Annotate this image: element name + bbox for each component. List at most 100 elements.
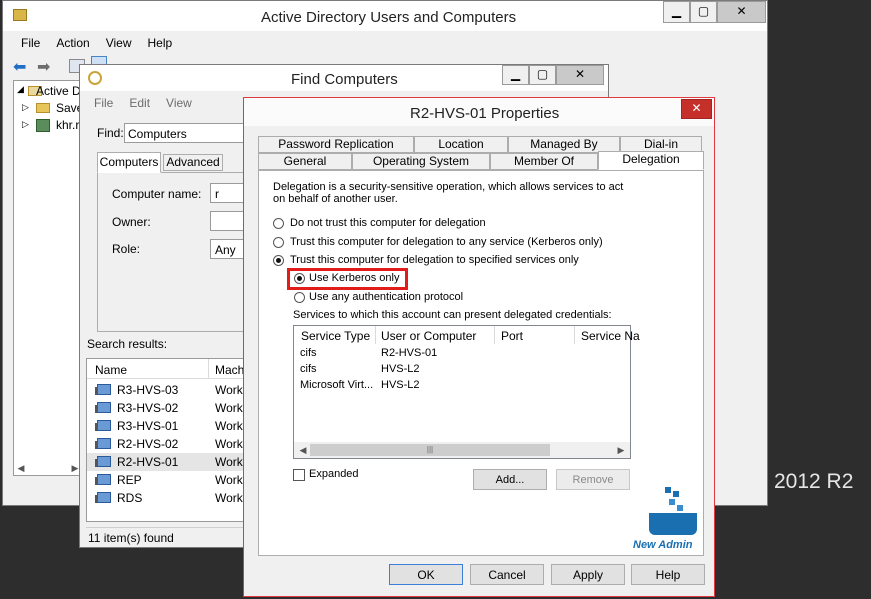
back-arrow-icon[interactable]: ⬅ xyxy=(13,57,26,77)
tab-operating-system[interactable]: Operating System xyxy=(352,153,490,170)
properties-dialog: R2-HVS-01 Properties ✕ Password Replicat… xyxy=(243,97,715,597)
tab-delegation[interactable]: Delegation xyxy=(598,151,704,170)
radio-kerberos-only[interactable] xyxy=(294,273,305,284)
menu-help[interactable]: Help xyxy=(140,34,181,54)
role-label: Role: xyxy=(112,242,141,256)
find-type-select[interactable]: Computers xyxy=(124,123,248,143)
find-menu-view[interactable]: View xyxy=(158,94,200,114)
domain-icon xyxy=(36,119,50,132)
owner-label: Owner: xyxy=(112,215,151,229)
service-row[interactable]: Microsoft Virt... HVS-L2 xyxy=(294,378,630,394)
cancel-button[interactable]: Cancel xyxy=(470,564,544,585)
kerberos-only-label: Use Kerberos only xyxy=(309,272,400,284)
find-minimize-button[interactable]: ▁ xyxy=(502,65,529,85)
radio-no-trust[interactable] xyxy=(273,218,284,229)
service-row[interactable]: cifs HVS-L2 xyxy=(294,362,630,378)
search-results-label: Search results: xyxy=(87,337,168,351)
row-type: Work xyxy=(215,437,243,451)
col-header-machine[interactable]: Mach xyxy=(215,363,244,377)
service-row[interactable]: cifs R2-HVS-01 xyxy=(294,346,630,362)
col-header-name[interactable]: Name xyxy=(95,363,127,377)
aduc-titlebar: Active Directory Users and Computers ▁ ▢… xyxy=(3,1,767,31)
search-results-list: Name Mach R3-HVS-03 Work R3-HVS-02 Work R3-H… xyxy=(86,358,246,522)
search-criteria-panel: Computer name: r Owner: Role: Any xyxy=(97,172,250,332)
scroll-thumb[interactable]: ||| xyxy=(310,444,550,456)
horizontal-scrollbar[interactable]: ◀ ||| ▶ xyxy=(294,442,630,458)
row-type: Work xyxy=(215,419,243,433)
maximize-button[interactable]: ▢ xyxy=(690,1,717,23)
table-row[interactable]: R3-HVS-02 Work xyxy=(87,399,245,417)
props-titlebar: R2-HVS-01 Properties ✕ xyxy=(244,98,714,126)
logo-squares-icon xyxy=(669,499,675,505)
minimize-button[interactable]: ▁ xyxy=(663,1,690,23)
menu-action[interactable]: Action xyxy=(48,34,97,54)
ok-button[interactable]: OK xyxy=(389,564,463,585)
service-type: Microsoft Virt... xyxy=(300,379,374,391)
tree-expand-icon[interactable]: ◢ xyxy=(17,84,24,95)
remove-button[interactable]: Remove xyxy=(556,469,630,490)
tree-expand-icon[interactable]: ▷ xyxy=(22,102,29,113)
status-bar: 11 item(s) found xyxy=(86,527,250,545)
find-close-button[interactable]: ✕ xyxy=(556,65,604,85)
radio-any-protocol[interactable] xyxy=(294,292,305,303)
tab-member-of[interactable]: Member Of xyxy=(490,153,598,170)
close-button[interactable]: ✕ xyxy=(717,1,766,23)
col-port[interactable]: Port xyxy=(501,329,523,343)
find-menu-file[interactable]: File xyxy=(86,94,121,114)
scroll-left-arrow[interactable]: ◀ xyxy=(14,461,28,475)
col-service-type[interactable]: Service Type xyxy=(301,329,370,343)
help-button[interactable]: Help xyxy=(631,564,705,585)
radio-trust-any[interactable] xyxy=(273,237,284,248)
radio-trust-specified[interactable] xyxy=(273,255,284,266)
folder-icon xyxy=(36,103,50,113)
table-row[interactable]: R3-HVS-01 Work xyxy=(87,417,245,435)
apply-button[interactable]: Apply xyxy=(551,564,625,585)
logo-squares-icon xyxy=(665,487,671,493)
option-no-trust-label: Do not trust this computer for delegatio… xyxy=(290,217,486,229)
find-app-icon xyxy=(88,71,102,85)
props-close-button[interactable]: ✕ xyxy=(681,99,712,119)
table-row[interactable]: R3-HVS-03 Work xyxy=(87,381,245,399)
tree-item-root[interactable]: Active D xyxy=(36,84,81,98)
tab-location[interactable]: Location xyxy=(414,136,508,153)
find-menu-edit[interactable]: Edit xyxy=(121,94,158,114)
row-name: R3-HVS-03 xyxy=(117,383,179,397)
col-divider[interactable] xyxy=(494,326,495,344)
table-row[interactable]: R2-HVS-01 Work xyxy=(87,453,245,471)
service-type: cifs xyxy=(300,363,317,375)
col-divider[interactable] xyxy=(574,326,575,344)
add-button[interactable]: Add... xyxy=(473,469,547,490)
tree-expand-icon[interactable]: ▷ xyxy=(22,119,29,130)
col-user-or-computer[interactable]: User or Computer xyxy=(381,329,476,343)
row-name: R2-HVS-02 xyxy=(117,437,179,451)
menu-view[interactable]: View xyxy=(98,34,140,54)
forward-arrow-icon[interactable]: ➡ xyxy=(37,57,50,77)
tab-advanced[interactable]: Advanced xyxy=(163,154,223,171)
tab-computers[interactable]: Computers xyxy=(97,152,161,173)
row-type: Work xyxy=(215,383,243,397)
find-label: Find: xyxy=(97,126,124,140)
tab-password-replication[interactable]: Password Replication xyxy=(258,136,414,153)
find-menubar: File Edit View xyxy=(86,94,200,114)
col-service-name[interactable]: Service Na xyxy=(581,329,640,343)
table-row[interactable]: RDS Work xyxy=(87,489,245,507)
delegation-description: Delegation is a security-sensitive opera… xyxy=(273,181,624,205)
row-type: Work xyxy=(215,491,243,505)
services-header: Service Type User or Computer Port Servi… xyxy=(294,326,640,344)
tab-general[interactable]: General xyxy=(258,153,352,170)
scroll-right-arrow[interactable]: ▶ xyxy=(614,443,628,457)
service-type: cifs xyxy=(300,347,317,359)
col-divider[interactable] xyxy=(208,359,209,379)
aduc-menubar: File Action View Help xyxy=(13,34,180,54)
col-divider[interactable] xyxy=(375,326,376,344)
tree-item-domain[interactable]: khr.r xyxy=(56,118,79,132)
service-host: R2-HVS-01 xyxy=(381,347,438,359)
expanded-checkbox[interactable] xyxy=(293,469,305,481)
scroll-left-arrow[interactable]: ◀ xyxy=(296,443,310,457)
menu-file[interactable]: File xyxy=(13,34,48,54)
service-host: HVS-L2 xyxy=(381,363,420,375)
services-label: Services to which this account can prese… xyxy=(293,309,612,321)
table-row[interactable]: REP Work xyxy=(87,471,245,489)
table-row[interactable]: R2-HVS-02 Work xyxy=(87,435,245,453)
find-maximize-button[interactable]: ▢ xyxy=(529,65,556,85)
